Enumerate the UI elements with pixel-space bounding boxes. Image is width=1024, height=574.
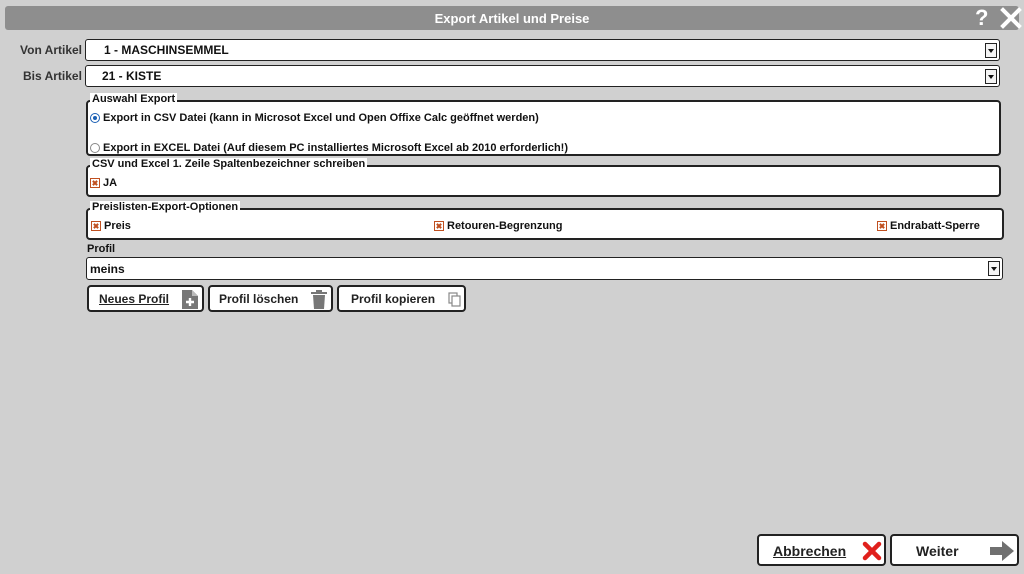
- csv-option-label: Export in CSV Datei (kann in Microsot Ex…: [103, 112, 539, 124]
- export-dialog: Export Artikel und Preise ? Von Artikel …: [0, 0, 1024, 574]
- header-row-legend: CSV und Excel 1. Zeile Spaltenbezeichner…: [90, 158, 368, 170]
- bis-artikel-select[interactable]: 21 - KISTE: [85, 65, 1000, 87]
- delete-profile-label: Profil löschen: [219, 292, 299, 306]
- excel-option[interactable]: Export in EXCEL Datei (Auf diesem PC ins…: [90, 142, 568, 154]
- next-button[interactable]: Weiter: [890, 534, 1019, 566]
- von-artikel-select[interactable]: 1 - MASCHINSEMMEL: [85, 39, 1000, 61]
- help-icon[interactable]: ?: [975, 5, 988, 31]
- title-bar: Export Artikel und Preise ?: [5, 5, 1022, 31]
- header-row-option[interactable]: JA: [90, 177, 117, 189]
- preis-label: Preis: [104, 220, 131, 232]
- excel-option-label: Export in EXCEL Datei (Auf diesem PC ins…: [103, 142, 568, 154]
- endrabatt-option[interactable]: Endrabatt-Sperre: [877, 220, 980, 232]
- copy-profile-button[interactable]: Profil kopieren: [337, 285, 466, 312]
- export-format-legend: Auswahl Export: [90, 93, 178, 105]
- csv-option[interactable]: Export in CSV Datei (kann in Microsot Ex…: [90, 112, 539, 124]
- von-artikel-value: 1 - MASCHINSEMMEL: [104, 43, 229, 57]
- header-row-group: CSV und Excel 1. Zeile Spaltenbezeichner…: [86, 158, 1001, 197]
- retouren-option[interactable]: Retouren-Begrenzung: [434, 220, 563, 232]
- chevron-down-icon[interactable]: [985, 69, 997, 84]
- von-artikel-label: Von Artikel: [20, 43, 83, 57]
- bis-artikel-label: Bis Artikel: [23, 69, 82, 83]
- bis-artikel-value: 21 - KISTE: [102, 69, 162, 83]
- close-icon[interactable]: [999, 7, 1023, 29]
- copy-profile-label: Profil kopieren: [351, 292, 436, 306]
- retouren-checkbox[interactable]: [434, 221, 444, 231]
- window-title: Export Artikel und Preise: [434, 11, 590, 26]
- pricelist-options-legend: Preislisten-Export-Optionen: [90, 201, 241, 213]
- profil-label: Profil: [87, 243, 116, 255]
- preis-checkbox[interactable]: [91, 221, 101, 231]
- new-profile-button[interactable]: Neues Profil: [87, 285, 204, 312]
- new-profile-label: Neues Profil: [99, 292, 170, 306]
- new-file-icon: [182, 290, 198, 309]
- next-label: Weiter: [916, 543, 959, 559]
- close-icon: [862, 541, 882, 561]
- endrabatt-label: Endrabatt-Sperre: [890, 220, 980, 232]
- profil-value: meins: [90, 262, 125, 276]
- endrabatt-checkbox[interactable]: [877, 221, 887, 231]
- chevron-down-icon[interactable]: [988, 261, 1000, 276]
- cancel-label: Abbrechen: [773, 543, 847, 559]
- cancel-button[interactable]: Abbrechen: [757, 534, 886, 566]
- trash-icon: [311, 290, 327, 309]
- pricelist-options-group: Preislisten-Export-Optionen Preis Retour…: [86, 201, 1004, 240]
- copy-icon: [448, 292, 461, 307]
- delete-profile-button[interactable]: Profil löschen: [208, 285, 333, 312]
- arrow-right-icon: [990, 541, 1014, 561]
- excel-radio[interactable]: [90, 143, 100, 153]
- export-format-group: Auswahl Export Export in CSV Datei (kann…: [86, 93, 1001, 156]
- header-row-checkbox-label: JA: [103, 177, 118, 189]
- retouren-label: Retouren-Begrenzung: [447, 220, 563, 232]
- csv-radio[interactable]: [90, 113, 100, 123]
- preis-option[interactable]: Preis: [91, 220, 131, 232]
- chevron-down-icon[interactable]: [985, 43, 997, 58]
- header-row-checkbox[interactable]: [90, 178, 100, 188]
- profil-select[interactable]: meins: [86, 257, 1003, 280]
